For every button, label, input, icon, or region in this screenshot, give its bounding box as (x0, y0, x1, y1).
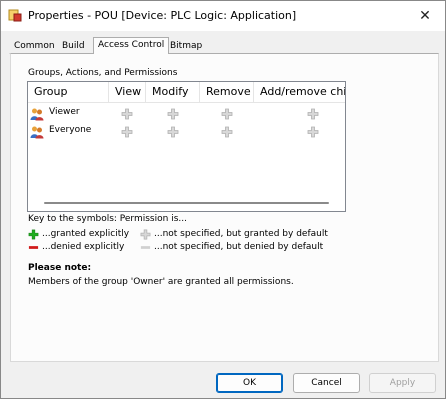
permission-default-granted-icon[interactable] (307, 108, 319, 120)
default-denied-minus-icon (140, 246, 151, 249)
window-title: Properties - POU [Device: PLC Logic: App… (28, 9, 297, 22)
group-icon (30, 108, 44, 121)
apply-button[interactable]: Apply (369, 373, 436, 393)
tab-build[interactable]: Build (58, 39, 89, 54)
key-label: ...not specified, but granted by default (154, 229, 328, 239)
title-bar: Properties - POU [Device: PLC Logic: App… (1, 1, 445, 31)
groups-section-label: Groups, Actions, and Permissions (28, 68, 178, 78)
permission-default-granted-icon[interactable] (221, 126, 233, 138)
close-icon: ✕ (419, 8, 431, 24)
denied-minus-icon (28, 246, 39, 249)
permission-default-granted-icon[interactable] (221, 108, 233, 120)
ok-button[interactable]: OK (216, 373, 283, 393)
permission-default-granted-icon[interactable] (167, 108, 179, 120)
group-icon (30, 126, 44, 139)
note-text: Members of the group 'Owner' are granted… (28, 277, 294, 287)
row-group-name: Viewer (49, 107, 80, 117)
column-header-modify[interactable]: Modify (146, 82, 200, 103)
tab-access-control[interactable]: Access Control (93, 37, 170, 54)
column-header-view[interactable]: View (109, 82, 146, 103)
grid-row-everyone[interactable]: Everyone (28, 123, 345, 141)
row-group-name: Everyone (49, 125, 92, 135)
horizontal-scrollbar[interactable] (44, 202, 329, 204)
permission-default-granted-icon[interactable] (121, 108, 133, 120)
cancel-button[interactable]: Cancel (293, 373, 360, 393)
grid-header: Group View Modify Remove Add/remove chil (28, 82, 345, 103)
properties-app-icon (8, 9, 22, 22)
grid-row-viewer[interactable]: Viewer (28, 105, 345, 123)
permissions-grid[interactable]: Group View Modify Remove Add/remove chil… (27, 81, 346, 212)
key-title: Key to the symbols: Permission is... (28, 214, 187, 224)
column-header-group[interactable]: Group (28, 82, 109, 103)
permission-default-granted-icon[interactable] (307, 126, 319, 138)
permission-default-granted-icon[interactable] (121, 126, 133, 138)
note-title: Please note: (28, 263, 92, 273)
tab-common[interactable]: Common (10, 39, 59, 54)
column-header-remove[interactable]: Remove (200, 82, 254, 103)
tab-bitmap[interactable]: Bitmap (166, 39, 206, 54)
key-label: ...granted explicitly (42, 229, 130, 239)
default-granted-plus-icon (140, 229, 151, 240)
granted-plus-icon (28, 229, 39, 240)
column-header-add-remove-children[interactable]: Add/remove chil (254, 82, 345, 103)
key-label: ...not specified, but denied by default (154, 242, 324, 252)
permission-default-granted-icon[interactable] (167, 126, 179, 138)
key-label: ...denied explicitly (42, 242, 125, 252)
properties-dialog: Properties - POU [Device: PLC Logic: App… (0, 0, 446, 399)
close-button[interactable]: ✕ (409, 4, 441, 28)
